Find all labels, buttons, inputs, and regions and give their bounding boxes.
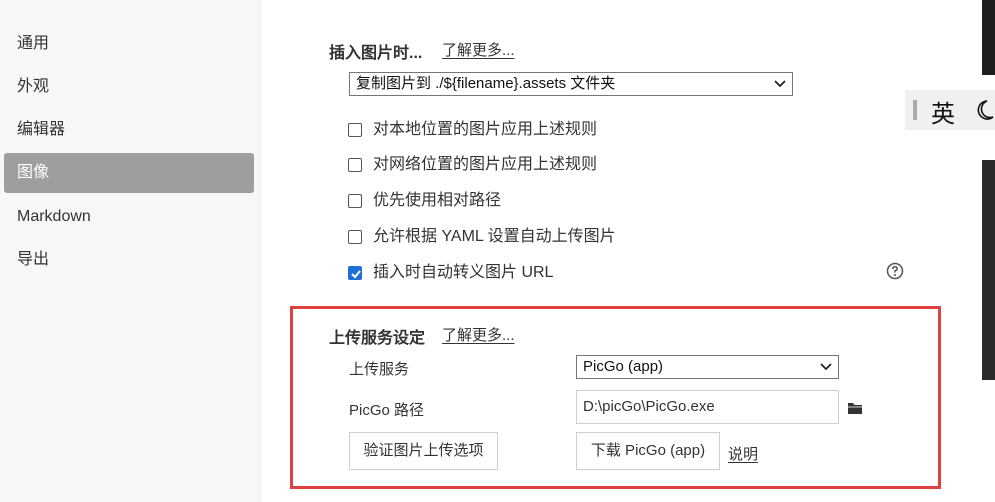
checkbox-checked[interactable] [348,266,362,280]
insert-learn-more-link[interactable]: 了解更多... [442,39,515,60]
sidebar-item-label: 通用 [17,35,50,52]
background-window [982,0,995,75]
moon-icon[interactable] [973,98,995,122]
insert-image-title: 插入图片时... [329,45,423,62]
sidebar-item-export[interactable]: 导出 [4,240,254,280]
checkbox-label: 允许根据 YAML 设置自动上传图片 [373,228,616,245]
sidebar-item-markdown[interactable]: Markdown [4,197,254,237]
checkbox[interactable] [348,158,362,172]
ime-mode-indicator[interactable]: 英 [931,94,955,129]
upload-service-title: 上传服务设定 [329,330,426,347]
sidebar-item-general[interactable]: 通用 [4,24,254,64]
upload-service-value: PicGo (app) [583,358,664,375]
upload-service-label: 上传服务 [349,361,410,378]
verify-upload-button[interactable]: 验证图片上传选项 [349,432,498,470]
checkmark-icon [351,270,361,279]
help-icon[interactable] [886,262,904,280]
background-window [982,160,995,380]
sidebar-item-editor[interactable]: 编辑器 [4,110,254,150]
upload-service-select[interactable]: PicGo (app) [576,355,839,379]
insert-action-value: 复制图片到 ./${filename}.assets 文件夹 [356,75,616,92]
sidebar-item-label: 图像 [17,164,50,181]
sidebar-item-label: Markdown [17,208,91,225]
sidebar-item-label: 导出 [17,251,50,268]
picgo-path-label: PicGo 路径 [349,402,425,419]
insert-action-select[interactable]: 复制图片到 ./${filename}.assets 文件夹 [349,72,793,96]
sidebar-item-label: 外观 [17,78,50,95]
sidebar-item-label: 编辑器 [17,121,66,138]
checkbox[interactable] [348,230,362,244]
checkbox-label: 对网络位置的图片应用上述规则 [373,156,598,173]
checkbox-label: 对本地位置的图片应用上述规则 [373,121,598,138]
upload-learn-more-link[interactable]: 了解更多... [442,324,515,345]
chevron-down-icon [774,80,786,88]
ime-toolbar[interactable]: 英 [905,90,995,130]
folder-icon[interactable] [847,401,863,415]
sidebar-item-image[interactable]: 图像 [4,153,254,193]
help-doc-link[interactable]: 说明 [728,443,758,464]
picgo-path-input[interactable]: D:\picGo\PicGo.exe [576,390,839,424]
checkbox[interactable] [348,123,362,137]
chevron-down-icon [820,363,832,371]
checkbox-label: 优先使用相对路径 [373,192,502,209]
checkbox[interactable] [348,194,362,208]
grip-icon[interactable] [913,100,917,120]
sidebar-item-appearance[interactable]: 外观 [4,67,254,107]
settings-sidebar: 通用 外观 编辑器 图像 Markdown 导出 [0,0,262,502]
checkbox-label: 插入时自动转义图片 URL [373,264,554,281]
download-picgo-button[interactable]: 下载 PicGo (app) [576,432,720,470]
